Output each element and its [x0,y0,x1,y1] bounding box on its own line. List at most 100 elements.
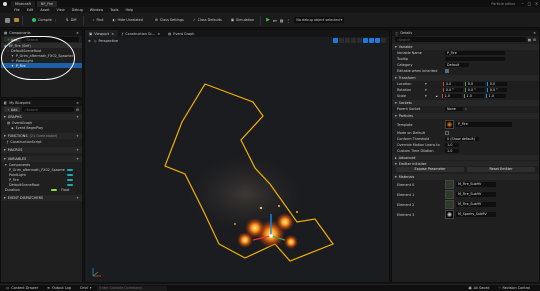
template-select[interactable]: P_Fire [456,122,512,127]
plus-icon[interactable]: + [76,115,79,119]
location-z-field[interactable]: 0.0 [486,81,507,87]
debug-object-select[interactable]: No debug object selected ▾ [294,17,345,23]
category-select[interactable]: Default [445,62,469,68]
custom-dilation-field[interactable]: 1.0 [445,148,459,154]
compile-button[interactable]: Compile ⋮ [29,16,60,24]
maximize-icon[interactable]: □ [526,1,533,6]
tooltip-field[interactable] [445,56,505,62]
graph-event-item[interactable]: ◈ Event BeginPlay [1,125,82,130]
gear-icon[interactable]: ⚙ [533,38,536,42]
menu-edit[interactable]: Edit [27,8,34,12]
snap-grid-icon[interactable] [363,38,368,43]
find-button[interactable]: ⌕ Find [90,16,107,24]
simulation-button[interactable]: ▣ Simulation [228,16,257,24]
menu-tools[interactable]: Tools [110,8,118,12]
browse-icon[interactable] [14,18,19,22]
variable-name-field[interactable]: P_Fire [445,50,505,56]
rotation-y-field[interactable]: 0.0 ° [464,87,485,93]
chevron-down-icon[interactable]: ▾ [425,94,427,98]
blueprint-search-input[interactable]: ⌕ Search [22,107,74,112]
snap-scale-icon[interactable] [375,38,380,43]
rotate-tool-icon[interactable] [345,38,350,43]
location-x-field[interactable]: 0.0 [442,81,463,87]
event-dispatchers-section[interactable]: ▾ EVENT DISPATCHERS + [1,195,82,201]
plus-icon[interactable]: + [76,148,79,152]
menu-asset[interactable]: Asset [40,8,49,12]
camera-speed-icon[interactable] [381,38,386,43]
material-select[interactable]: M_Fire_Sub9V [456,202,496,207]
output-log-button[interactable]: ≡ Output Log [44,285,74,291]
close-icon[interactable]: × [111,32,114,36]
move-tool-icon[interactable] [339,38,344,43]
menu-file[interactable]: File [14,8,20,12]
search-icon[interactable]: ⌕ [465,107,467,111]
close-icon[interactable]: × [533,1,540,6]
cmd-button[interactable]: Cmd ▾ [77,285,95,291]
gizmo-center[interactable] [269,234,273,238]
parent-socket-field[interactable]: None [445,106,463,112]
play-icon[interactable]: ▶ [266,17,270,23]
scale-y-field[interactable]: 1.0 [463,93,484,99]
save-icon[interactable] [5,17,10,23]
scale-x-field[interactable]: 1.0 [441,93,462,99]
material-select[interactable]: M_Fire_Sub9V [456,192,496,197]
chevron-down-icon[interactable]: ⋮ [54,18,57,22]
details-search-input[interactable]: ⌕ Search [395,37,526,42]
plus-icon[interactable]: + [76,134,79,138]
skip-icon[interactable]: ⏭ [273,18,277,23]
minimize-icon[interactable]: – [519,1,526,6]
content-drawer-button[interactable]: ▭ Content Drawer [3,285,41,291]
tab-viewport[interactable]: ▣ Viewport × [85,30,119,37]
tab-bp-fire[interactable]: NF_Fire [36,0,58,7]
gear-icon[interactable]: ⚙ [76,108,79,112]
mode-checkbox[interactable] [445,131,449,135]
revision-control-button[interactable]: ⑂ Revision Control [495,285,533,291]
function-item[interactable]: ƒ ConstructionScript [1,139,82,144]
lock-icon[interactable]: 🔒︎ [436,94,438,98]
select-tool-icon[interactable] [333,38,338,43]
tab-minecraft[interactable]: Minecraft [11,0,35,7]
snap-rotation-icon[interactable] [369,38,374,43]
plus-icon[interactable]: + [76,157,79,161]
add-member-button[interactable]: + Add [4,107,21,112]
chevron-down-icon[interactable]: ▾ [425,82,427,86]
menu-help[interactable]: Help [125,8,133,12]
menu-window[interactable]: Window [90,8,103,12]
variable-item[interactable]: Duration Float [1,187,82,192]
macros-section[interactable]: ▾ MACROS + [1,147,82,153]
advanced-section[interactable]: ▸ Advanced [392,155,539,160]
options-icon[interactable]: ⋮ [286,18,290,23]
editable-checkbox[interactable] [445,69,449,73]
scale-tool-icon[interactable] [351,38,356,43]
chevron-down-icon[interactable]: ▾ [425,88,427,92]
hide-unrelated-button[interactable]: ◐ Hide Unrelated [109,16,145,24]
material-select[interactable]: M_Sparks_Sub9V [456,212,496,217]
class-defaults-button[interactable]: ✓ Class Defaults [190,16,225,24]
tab-construction-script[interactable]: ƒ Construction Sc... × [118,30,164,37]
reset-emitter-button[interactable]: Reset Emitter [467,167,535,172]
close-icon[interactable]: × [76,31,79,35]
rotation-x-field[interactable]: 0.0 ° [442,87,463,93]
diff-button[interactable]: ⇅ Diff [63,16,80,24]
close-icon[interactable]: × [533,31,536,35]
rotation-z-field[interactable]: 0.0 ° [486,87,507,93]
close-icon[interactable]: × [157,32,160,36]
property-matrix-icon[interactable]: ▦ [528,38,531,42]
perspective-button[interactable]: ◇ Perspective [94,39,118,43]
all-saved-button[interactable]: ▣ All Saved [465,285,492,291]
tab-event-graph[interactable]: ▤ Event Graph [164,30,198,37]
plus-icon[interactable]: + [76,196,79,200]
world-space-icon[interactable] [357,38,362,43]
menu-view[interactable]: View [57,8,65,12]
override-field[interactable]: 1.0 [445,142,459,148]
class-settings-button[interactable]: ⚙ Class Settings [152,16,187,24]
console-command-input[interactable]: Enter Console Command [97,285,168,291]
scale-z-field[interactable]: 1.0 [485,93,506,99]
viewport-scene[interactable] [85,44,390,283]
expose-parameter-button[interactable]: Expose Parameter [396,167,464,172]
stop-icon[interactable]: ■ [280,18,284,23]
lod-field[interactable]: 0 (Show default) [445,136,479,142]
material-select[interactable]: M_Fire_Sub9V [456,182,496,187]
close-icon[interactable]: × [76,101,79,105]
menu-debug[interactable]: Debug [72,8,83,12]
